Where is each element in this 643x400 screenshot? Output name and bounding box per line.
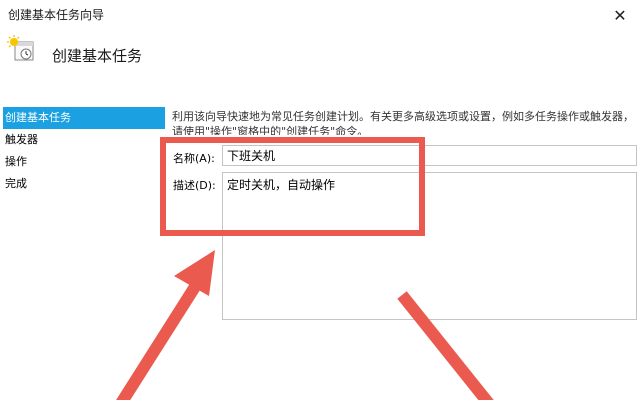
wizard-steps-sidebar: 创建基本任务 触发器 操作 完成 [3,107,165,195]
close-icon: ✕ [613,5,627,25]
name-input[interactable] [222,145,637,166]
description-textarea[interactable]: 定时关机，自动操作 [222,172,637,320]
title-bar: 创建基本任务向导 ✕ [0,0,643,30]
description-label: 描述(D): [173,179,216,192]
sidebar-item-finish[interactable]: 完成 [3,173,165,195]
sidebar-item-create-basic-task[interactable]: 创建基本任务 [3,107,165,129]
wizard-description: 利用该向导快速地为常见任务创建计划。有关更多高级选项或设置，例如多任务操作或触发… [172,110,634,135]
task-scheduler-icon [7,35,34,61]
close-button[interactable]: ✕ [597,0,643,30]
header-title: 创建基本任务 [52,47,143,65]
window-title: 创建基本任务向导 [8,8,105,22]
sidebar-item-trigger[interactable]: 触发器 [3,129,165,151]
name-label: 名称(A): [173,152,215,165]
sidebar-item-action[interactable]: 操作 [3,151,165,173]
wizard-header: 创建基本任务 [0,30,643,78]
annotation-arrow-left [116,250,215,400]
